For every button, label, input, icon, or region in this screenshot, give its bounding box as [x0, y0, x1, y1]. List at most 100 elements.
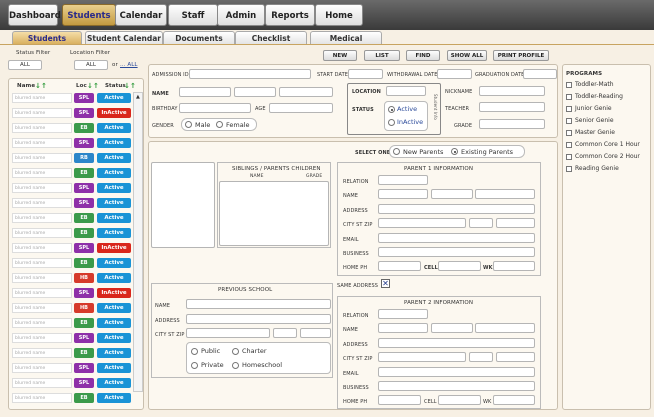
- middle-name-input[interactable]: [234, 87, 276, 97]
- student-name-cell[interactable]: blurred name: [12, 258, 72, 268]
- parent2-home-ph-input[interactable]: [378, 395, 421, 405]
- birthday-input[interactable]: [179, 103, 251, 113]
- program-checkbox[interactable]: [566, 142, 572, 148]
- student-name-cell[interactable]: blurred name: [12, 378, 72, 388]
- subtab-students[interactable]: Students: [12, 31, 82, 45]
- parent2-zip-input[interactable]: [496, 352, 535, 362]
- prev-school-state-input[interactable]: [273, 328, 297, 338]
- student-name-cell[interactable]: blurred name: [12, 333, 72, 343]
- parent2-address-input[interactable]: [378, 338, 535, 348]
- program-checkbox[interactable]: [566, 166, 572, 172]
- active-radio[interactable]: [388, 106, 395, 113]
- same-address-checkbox[interactable]: ✕: [381, 279, 390, 288]
- nav-tab-admin[interactable]: Admin: [217, 4, 265, 26]
- new-button[interactable]: NEW: [323, 50, 357, 61]
- student-name-cell[interactable]: blurred name: [12, 213, 72, 223]
- parent2-state-input[interactable]: [469, 352, 493, 362]
- parent1-address-input[interactable]: [378, 204, 535, 214]
- nav-tab-home[interactable]: Home: [315, 4, 363, 26]
- program-checkbox[interactable]: [566, 130, 572, 136]
- program-checkbox[interactable]: [566, 82, 572, 88]
- program-checkbox[interactable]: [566, 94, 572, 100]
- parent2-middle-name-input[interactable]: [431, 323, 473, 333]
- parent1-city-input[interactable]: [378, 218, 466, 228]
- parent1-cell-input[interactable]: [438, 261, 481, 271]
- subtab-medical[interactable]: Medical: [310, 31, 382, 45]
- all-link[interactable]: ... ALL: [120, 62, 138, 68]
- parent2-relation-input[interactable]: [378, 309, 428, 319]
- student-name-cell[interactable]: blurred name: [12, 318, 72, 328]
- program-checkbox[interactable]: [566, 118, 572, 124]
- student-name-cell[interactable]: blurred name: [12, 93, 72, 103]
- public-radio[interactable]: [191, 348, 198, 355]
- last-name-input[interactable]: [279, 87, 333, 97]
- nav-tab-students[interactable]: Students: [62, 4, 116, 26]
- prev-school-address-input[interactable]: [186, 314, 331, 324]
- location-input[interactable]: [386, 86, 426, 96]
- student-name-cell[interactable]: blurred name: [12, 393, 72, 403]
- parent1-middle-name-input[interactable]: [431, 189, 473, 199]
- student-name-cell[interactable]: blurred name: [12, 348, 72, 358]
- first-name-input[interactable]: [179, 87, 231, 97]
- parent2-first-name-input[interactable]: [378, 323, 428, 333]
- parent2-last-name-input[interactable]: [475, 323, 535, 333]
- list-scrollbar[interactable]: ▲: [133, 92, 143, 392]
- location-filter-select[interactable]: ALL: [74, 60, 108, 70]
- female-radio[interactable]: [216, 121, 223, 128]
- admission-id-input[interactable]: [189, 69, 311, 79]
- parent1-zip-input[interactable]: [496, 218, 535, 228]
- nav-tab-calendar[interactable]: Calendar: [115, 4, 167, 26]
- parent2-cell-input[interactable]: [438, 395, 481, 405]
- existing-parents-radio[interactable]: [451, 148, 458, 155]
- student-name-cell[interactable]: blurred name: [12, 138, 72, 148]
- subtab-checklist[interactable]: Checklist: [235, 31, 307, 45]
- subtab-documents[interactable]: Documents: [163, 31, 235, 45]
- scroll-up-icon[interactable]: ▲: [136, 94, 140, 100]
- new-parents-radio[interactable]: [393, 148, 400, 155]
- graduation-date-input[interactable]: [523, 69, 557, 79]
- start-date-input[interactable]: [348, 69, 383, 79]
- parent2-email-input[interactable]: [378, 367, 535, 377]
- parent2-wk-input[interactable]: [493, 395, 535, 405]
- private-radio[interactable]: [191, 362, 198, 369]
- status-filter-select[interactable]: ALL: [8, 60, 42, 70]
- student-name-cell[interactable]: blurred name: [12, 243, 72, 253]
- student-photo[interactable]: [151, 162, 215, 248]
- withdrawal-date-input[interactable]: [437, 69, 472, 79]
- parent1-email-input[interactable]: [378, 233, 535, 243]
- student-name-cell[interactable]: blurred name: [12, 108, 72, 118]
- student-name-cell[interactable]: blurred name: [12, 363, 72, 373]
- parent1-last-name-input[interactable]: [475, 189, 535, 199]
- siblings-list[interactable]: [219, 181, 329, 246]
- student-name-cell[interactable]: blurred name: [12, 123, 72, 133]
- subtab-student-calendar[interactable]: Student Calendar: [85, 31, 163, 45]
- charter-radio[interactable]: [232, 348, 239, 355]
- parent2-city-input[interactable]: [378, 352, 466, 362]
- teacher-input[interactable]: [479, 102, 545, 112]
- student-name-cell[interactable]: blurred name: [12, 288, 72, 298]
- homeschool-radio[interactable]: [232, 362, 239, 369]
- parent1-first-name-input[interactable]: [378, 189, 428, 199]
- show-all-button[interactable]: SHOW ALL: [447, 50, 487, 61]
- student-name-cell[interactable]: blurred name: [12, 183, 72, 193]
- list-button[interactable]: LIST: [364, 50, 400, 61]
- program-checkbox[interactable]: [566, 106, 572, 112]
- age-input[interactable]: [269, 103, 333, 113]
- nav-tab-staff[interactable]: Staff: [168, 4, 218, 26]
- student-name-cell[interactable]: blurred name: [12, 228, 72, 238]
- student-name-cell[interactable]: blurred name: [12, 153, 72, 163]
- male-radio[interactable]: [185, 121, 192, 128]
- prev-school-city-input[interactable]: [186, 328, 270, 338]
- student-name-cell[interactable]: blurred name: [12, 273, 72, 283]
- parent1-home-ph-input[interactable]: [378, 261, 421, 271]
- student-name-cell[interactable]: blurred name: [12, 168, 72, 178]
- student-name-cell[interactable]: blurred name: [12, 198, 72, 208]
- nav-tab-dashboard[interactable]: Dashboard: [8, 4, 61, 26]
- prev-school-zip-input[interactable]: [300, 328, 331, 338]
- nav-tab-reports[interactable]: Reports: [265, 4, 315, 26]
- grade-input[interactable]: [479, 119, 545, 129]
- inactive-radio[interactable]: [388, 119, 395, 126]
- nickname-input[interactable]: [479, 86, 545, 96]
- find-button[interactable]: FIND: [406, 50, 440, 61]
- parent1-wk-input[interactable]: [493, 261, 535, 271]
